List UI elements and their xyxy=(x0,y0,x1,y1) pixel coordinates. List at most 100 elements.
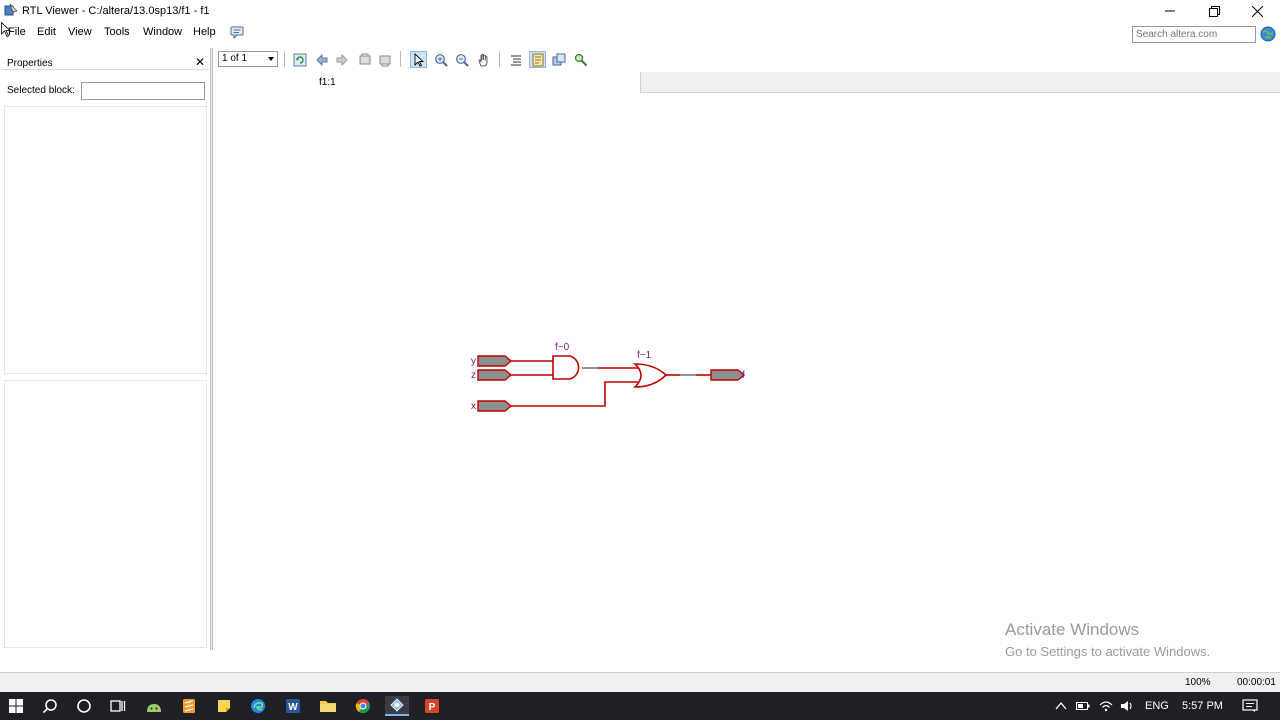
select-icon xyxy=(414,52,424,67)
refresh-button[interactable] xyxy=(291,51,308,68)
zoom-level: 100% xyxy=(1185,677,1211,688)
properties-list-top xyxy=(4,106,207,374)
rtl-viewer-app-icon xyxy=(4,3,18,16)
find-icon xyxy=(574,53,587,66)
taskbar-quartus[interactable] xyxy=(385,696,409,716)
search-icon xyxy=(42,699,57,714)
mouse-cursor-icon xyxy=(1,22,11,38)
rtl-schematic: y z x f f~0 f~1 xyxy=(471,342,746,412)
forward-button[interactable] xyxy=(333,51,350,68)
close-button[interactable] xyxy=(1234,0,1280,22)
taskbar-chrome[interactable] xyxy=(351,696,375,716)
back-icon xyxy=(315,53,327,66)
selected-block-label: Selected block: xyxy=(7,85,75,96)
menu-window[interactable]: Window xyxy=(143,26,182,38)
go-down-hierarchy-button[interactable] xyxy=(376,51,393,68)
edge-browser-icon xyxy=(251,699,265,713)
minimize-button[interactable] xyxy=(1147,0,1193,22)
input-port-x[interactable] xyxy=(477,400,513,412)
go-up-icon xyxy=(359,53,370,64)
hierarchy-icon xyxy=(552,53,565,65)
volume-icon[interactable] xyxy=(1120,700,1134,712)
taskbar-search-button[interactable] xyxy=(38,696,62,716)
hand-icon xyxy=(477,53,487,66)
properties-close-icon[interactable]: ✕ xyxy=(194,55,206,69)
and-gate-f0[interactable] xyxy=(552,355,580,380)
zoom-out-button[interactable] xyxy=(453,51,470,68)
powerpoint-icon: P xyxy=(425,699,439,713)
properties-title: Properties xyxy=(7,58,53,69)
cortana-circle-icon xyxy=(77,699,91,713)
windows-taskbar: W P ENG 5:57 PM xyxy=(0,692,1280,720)
cortana-button[interactable] xyxy=(72,696,96,716)
menu-help[interactable]: Help xyxy=(193,26,216,38)
taskbar-sublime[interactable] xyxy=(177,696,201,716)
input-port-y[interactable] xyxy=(477,355,513,367)
schematic-canvas[interactable]: f1:1 y z x f f~0 f~1 xyxy=(214,72,1280,650)
taskbar-sticky-notes[interactable] xyxy=(212,696,236,716)
folder-icon xyxy=(320,701,336,712)
menu-bar: File Edit View Tools Window Help xyxy=(0,22,1280,44)
menu-view[interactable]: View xyxy=(68,26,92,38)
toolbar-separator xyxy=(499,51,500,67)
zoom-in-button[interactable] xyxy=(432,51,449,68)
hierarchy-button[interactable] xyxy=(550,51,567,68)
close-icon xyxy=(1251,5,1263,17)
filter-button[interactable] xyxy=(529,51,546,68)
panel-splitter[interactable] xyxy=(210,48,213,650)
go-up-hierarchy-button[interactable] xyxy=(356,51,373,68)
battery-icon[interactable] xyxy=(1076,701,1090,711)
netlist-navigator-icon xyxy=(510,55,521,65)
menu-edit[interactable]: Edit xyxy=(37,26,56,38)
windows-logo-icon xyxy=(9,699,23,713)
tray-chevron-up-icon[interactable] xyxy=(1055,701,1067,711)
input-port-z[interactable] xyxy=(477,369,513,381)
refresh-icon xyxy=(293,53,306,66)
title-bar: RTL Viewer - C:/altera/13.0sp13/f1 - f1 xyxy=(0,0,1280,22)
taskbar-file-explorer[interactable] xyxy=(316,696,340,716)
toolbar-separator xyxy=(284,51,285,67)
chevron-down-icon xyxy=(268,57,274,61)
page-select-value: 1 of 1 xyxy=(222,53,248,64)
input-label-z: z xyxy=(471,370,476,381)
go-down-icon xyxy=(379,55,390,66)
toolbar-separator xyxy=(400,51,401,67)
output-port-f[interactable] xyxy=(710,369,746,381)
task-view-icon xyxy=(110,700,126,712)
zoom-out-icon xyxy=(455,53,469,67)
task-view-button[interactable] xyxy=(106,696,130,716)
taskbar-powerpoint[interactable]: P xyxy=(420,696,444,716)
page-select[interactable]: 1 of 1 xyxy=(218,51,278,67)
window-title: RTL Viewer - C:/altera/13.0sp13/f1 - f1 xyxy=(22,5,210,17)
start-button[interactable] xyxy=(4,696,28,716)
help-chat-icon[interactable] xyxy=(230,25,244,39)
selection-tool-button[interactable] xyxy=(410,51,427,68)
or-gate-f1[interactable] xyxy=(632,363,668,388)
activate-windows-subtitle: Go to Settings to activate Windows. xyxy=(1005,644,1211,659)
back-button[interactable] xyxy=(313,51,330,68)
android-studio-icon xyxy=(147,704,161,712)
taskbar-word[interactable]: W xyxy=(281,696,305,716)
taskbar-edge[interactable] xyxy=(246,696,270,716)
taskbar-clock[interactable]: 5:57 PM xyxy=(1182,700,1223,712)
status-bar: 100% 00:00:01 xyxy=(0,672,1280,692)
notifications-icon[interactable] xyxy=(1242,699,1258,713)
wire-x xyxy=(510,381,638,407)
search-altera-input[interactable] xyxy=(1132,26,1256,43)
quartus-icon xyxy=(390,698,404,712)
taskbar-android-studio[interactable] xyxy=(142,696,166,716)
forward-icon xyxy=(336,53,348,66)
input-language[interactable]: ENG xyxy=(1145,700,1169,712)
selected-block-field[interactable] xyxy=(81,82,205,100)
netlist-navigator-button[interactable] xyxy=(507,51,524,68)
svg-text:P: P xyxy=(429,702,436,713)
properties-list-bottom xyxy=(4,380,207,648)
output-label-f: f xyxy=(742,370,745,381)
find-button[interactable] xyxy=(572,51,589,68)
wifi-icon[interactable] xyxy=(1099,700,1113,712)
restore-button[interactable] xyxy=(1191,0,1237,22)
globe-icon[interactable] xyxy=(1260,26,1276,42)
properties-header: Properties ✕ xyxy=(2,54,209,70)
menu-tools[interactable]: Tools xyxy=(104,26,130,38)
hand-tool-button[interactable] xyxy=(475,51,492,68)
